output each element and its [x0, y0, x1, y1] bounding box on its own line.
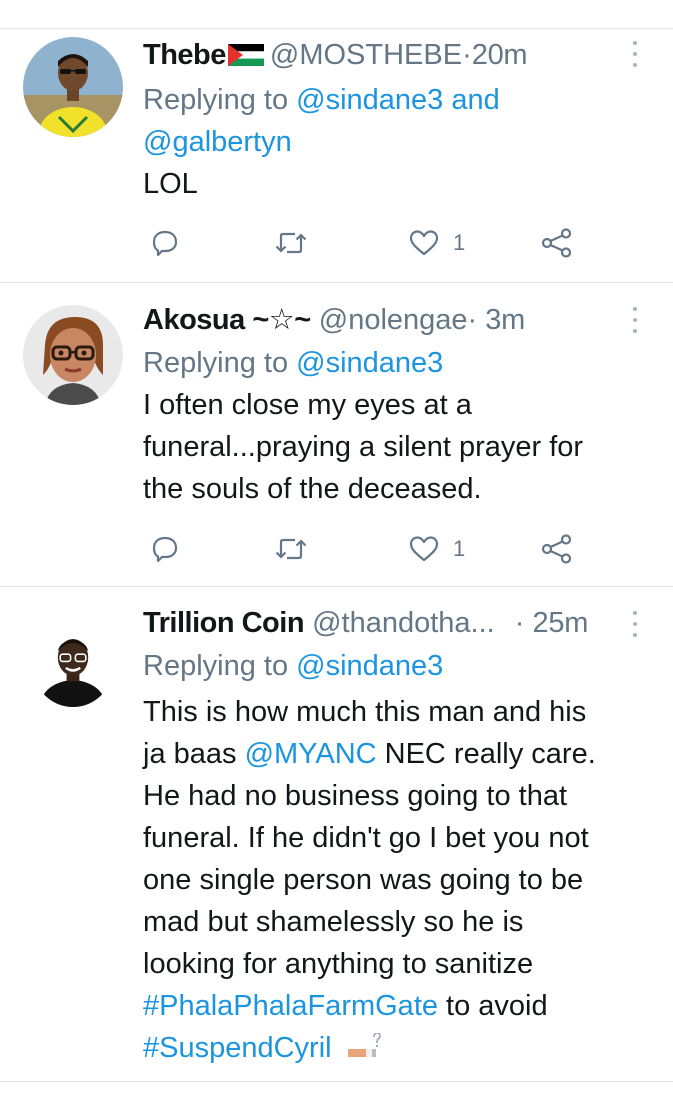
- share-button[interactable]: [541, 531, 573, 567]
- like-count: 1: [453, 230, 466, 255]
- replying-to: Replying to @sindane3: [143, 342, 633, 384]
- share-button[interactable]: [541, 225, 573, 261]
- share-icon: [541, 534, 572, 564]
- author-name[interactable]: Thebe: [143, 39, 226, 71]
- tweet-3[interactable]: Trillion Coin @thandotha... · 25m Replyi…: [0, 587, 673, 1082]
- replying-to-label: Replying to: [143, 84, 289, 116]
- author-handle[interactable]: @nolengae: [319, 304, 468, 336]
- replying-to-label: Replying to: [143, 650, 289, 682]
- retweet-icon: [275, 232, 307, 254]
- reply-button[interactable]: [151, 531, 179, 567]
- tweet-text-line: looking for anything to sanitize: [143, 948, 534, 980]
- tweet-text-line: the souls of the deceased.: [143, 473, 482, 505]
- tweet-text-line: This is how much this man and his: [143, 696, 587, 728]
- replying-and[interactable]: and: [451, 84, 499, 116]
- text-span: NEC really care.: [376, 738, 596, 770]
- like-button[interactable]: 1: [409, 225, 465, 261]
- tweet-2[interactable]: Akosua ~☆~ @nolengae· 3m Replying to @si…: [0, 283, 673, 587]
- author-name[interactable]: Akosua ~☆~: [143, 304, 311, 336]
- reply-button[interactable]: [151, 225, 179, 261]
- author-handle[interactable]: @MOSTHEBE: [270, 39, 462, 71]
- tweet-1[interactable]: Thebe @MOSTHEBE·20m Replying to @sindane3…: [0, 29, 673, 283]
- avatar[interactable]: [33, 627, 113, 707]
- tweet-text-line: ja baas @MYANC NEC really care.: [143, 733, 633, 775]
- retweet-button[interactable]: [275, 531, 307, 567]
- author-handle[interactable]: @thandotha...: [312, 607, 495, 639]
- mention-link[interactable]: @MYANC: [245, 738, 377, 770]
- more-vertical-icon[interactable]: [632, 41, 638, 67]
- retweet-button[interactable]: [275, 225, 307, 261]
- timestamp[interactable]: 25m: [533, 607, 589, 639]
- mention-link[interactable]: @sindane3: [296, 84, 443, 116]
- tweet-text-line: He had no business going to that: [143, 780, 568, 812]
- palestine-flag-icon: [227, 37, 264, 66]
- separator-dot: ·: [467, 304, 478, 336]
- hashtag-link[interactable]: #PhalaPhalaFarmGate: [143, 990, 438, 1022]
- emoji-icon: [346, 1031, 382, 1059]
- tweet-text-line: #SuspendCyril: [143, 1027, 633, 1069]
- retweet-icon: [275, 538, 307, 560]
- separator-dot: ·: [514, 607, 525, 639]
- mention-link[interactable]: @sindane3: [296, 347, 443, 379]
- timestamp[interactable]: 3m: [485, 304, 525, 336]
- tweet-header: Trillion Coin @thandotha... · 25m: [143, 603, 633, 643]
- avatar[interactable]: [23, 37, 123, 137]
- tweet-text: This is how much this man and his ja baa…: [143, 691, 633, 1069]
- tweet-text-line: I often close my eyes at a: [143, 389, 472, 421]
- tweet-text: I often close my eyes at a funeral...pra…: [143, 384, 633, 510]
- tweet-header: Akosua ~☆~ @nolengae· 3m: [143, 300, 633, 340]
- mention-link[interactable]: @galbertyn: [143, 126, 292, 158]
- mention-link[interactable]: @sindane3: [296, 650, 443, 682]
- tweet-text: LOL: [143, 168, 198, 200]
- tweet-text-line: funeral...praying a silent prayer for: [143, 431, 584, 463]
- heart-icon: [409, 536, 439, 562]
- heart-icon: [409, 230, 439, 256]
- reply-icon: [152, 230, 178, 257]
- text-span: ja baas: [143, 738, 245, 770]
- replying-to: Replying to @sindane3 and @galbertyn: [143, 79, 633, 163]
- tweet-text-line: funeral. If he didn't go I bet you not: [143, 822, 589, 854]
- tweet-text-line: mad but shamelessly so he is: [143, 906, 524, 938]
- separator-dot: ·: [462, 39, 472, 71]
- text-span: to avoid: [438, 990, 548, 1022]
- like-count: 1: [453, 536, 466, 561]
- tweet-text-line: one single person was going to be: [143, 864, 584, 896]
- timestamp[interactable]: 20m: [472, 39, 528, 71]
- share-icon: [541, 228, 572, 258]
- hashtag-link[interactable]: #SuspendCyril: [143, 1032, 332, 1064]
- tweet-header: Thebe @MOSTHEBE·20m: [143, 35, 633, 75]
- replying-to-label: Replying to: [143, 347, 289, 379]
- author-name[interactable]: Trillion Coin: [143, 607, 305, 639]
- tweet-divider: [0, 1081, 673, 1082]
- more-vertical-icon[interactable]: [632, 307, 638, 333]
- tweet-text-line: #PhalaPhalaFarmGate to avoid: [143, 985, 633, 1027]
- like-button[interactable]: 1: [409, 531, 465, 567]
- avatar[interactable]: [23, 305, 123, 405]
- replying-to: Replying to @sindane3: [143, 645, 633, 687]
- reply-icon: [152, 536, 178, 563]
- more-vertical-icon[interactable]: [632, 611, 638, 637]
